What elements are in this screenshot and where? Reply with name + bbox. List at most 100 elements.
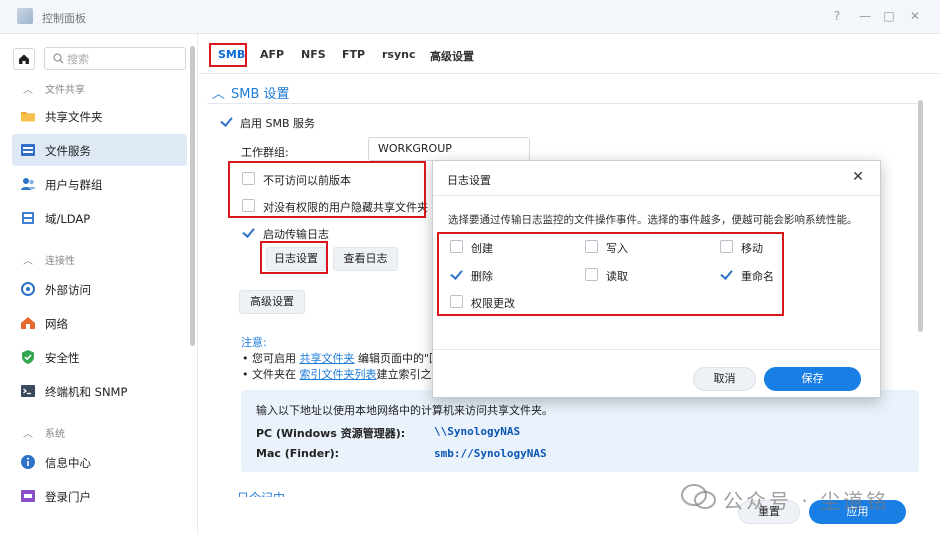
dialog-description: 选择要通过传输日志监控的文件操作事件。选择的事件越多，便越可能会影响系统性能。 [448,214,858,226]
note-text: 编辑页面中的"回 [358,352,441,365]
highlight-box [260,241,328,274]
view-logs-button[interactable]: 查看日志 [333,247,398,271]
sidebar-item-shared-folder[interactable]: 共享文件夹 [12,100,187,132]
enable-smb-checkbox[interactable] [220,115,233,128]
dialog-title: 日志设置 [447,174,491,187]
note-text: 文件夹在 [252,368,296,381]
home-icon [19,54,29,64]
sidebar-item-label: 共享文件夹 [45,110,103,124]
minimize-icon[interactable]: — [857,8,873,24]
login-portal-icon [21,490,35,502]
tab-ftp[interactable]: FTP [342,48,365,61]
shield-icon [22,350,34,364]
section-smb-settings[interactable]: ︿ SMB 设置 [212,83,290,102]
sidebar: ︿ 文件共享 共享文件夹 文件服务 用户与群组 域/LDAP ︿ 连接性 外部访… [0,34,198,534]
enable-smb-label: 启用 SMB 服务 [240,117,316,130]
highlight-box [228,161,426,218]
workgroup-label: 工作群组: [241,146,289,159]
sidebar-item-label: 用户与群组 [45,178,103,192]
group-system[interactable]: ︿ 系统 [0,420,190,444]
close-icon[interactable]: ✕ [850,169,866,185]
tab-advanced[interactable]: 高级设置 [430,48,474,64]
chevron-up-icon: ︿ [23,429,33,440]
group-label: 连接性 [45,256,75,267]
sidebar-item-user-group[interactable]: 用户与群组 [12,168,187,200]
transfer-log-label: 启动传输日志 [263,228,329,241]
info-description: 输入以下地址以使用本地网络中的计算机来访问共享文件夹。 [256,404,553,417]
window-title: 控制面板 [42,12,86,25]
chevron-up-icon: ︿ [23,85,33,96]
cancel-button[interactable]: 取消 [693,367,756,391]
log-settings-dialog: 日志设置 ✕ 选择要通过传输日志监控的文件操作事件。选择的事件越多，便越可能会影… [432,160,881,398]
external-access-icon [21,282,35,296]
close-window-icon[interactable]: ✕ [907,8,923,24]
main-scrollbar[interactable] [918,100,923,332]
section-title-label: SMB 设置 [231,87,290,102]
note-text: 您可启用 [252,352,296,365]
file-services-icon [21,144,35,156]
search-icon [53,53,64,64]
users-icon [21,178,35,190]
sidebar-item-terminal-snmp[interactable]: 终端机和 SNMP [12,375,187,407]
shared-folder-link[interactable]: 共享文件夹 [300,352,355,365]
group-label: 文件共享 [45,85,85,96]
highlight-box [209,43,247,67]
chevron-up-icon: ︿ [212,87,226,102]
sidebar-scrollbar[interactable] [190,46,195,346]
divider [433,195,880,196]
window-titlebar: 控制面板 ? — □ ✕ [0,0,940,34]
domain-icon [22,212,34,224]
highlight-box [437,232,784,316]
search-input[interactable] [67,51,181,67]
pc-label: PC (Windows 资源管理器): [256,427,406,440]
sidebar-item-external-access[interactable]: 外部访问 [12,273,187,305]
tab-rsync[interactable]: rsync [382,48,416,61]
sidebar-item-security[interactable]: 安全性 [12,341,187,373]
network-home-icon [21,317,35,329]
sidebar-item-label: 终端机和 SNMP [45,385,128,399]
note-line-1: • 您可启用 共享文件夹 编辑页面中的"回 [242,352,441,365]
watermark: 公众号 · 尘道铭 [681,483,936,513]
tab-bar: SMB AFP NFS FTP rsync 高级设置 [199,34,940,74]
sidebar-item-domain-ldap[interactable]: 域/LDAP [12,202,187,234]
note-line-2: • 文件夹在 索引文件夹列表建立索引之后 [242,368,443,381]
sidebar-item-label: 文件服务 [45,144,91,158]
sidebar-item-label: 外部访问 [45,283,91,297]
workgroup-input[interactable]: WORKGROUP [368,137,530,161]
advanced-settings-button[interactable]: 高级设置 [239,290,305,314]
help-icon[interactable]: ? [829,8,845,24]
notes-heading: 注意: [241,336,267,349]
maximize-icon[interactable]: □ [881,8,897,24]
next-section-title-cutoff: 日今记中 [237,489,285,497]
home-button[interactable] [13,48,35,70]
group-connectivity[interactable]: ︿ 连接性 [0,247,190,271]
save-button[interactable]: 保存 [764,367,861,391]
watermark-text: 公众号 · 尘道铭 [723,489,890,513]
terminal-icon [21,385,35,397]
sidebar-item-file-services[interactable]: 文件服务 [12,134,187,166]
sidebar-item-label: 域/LDAP [45,212,91,226]
access-info-panel: 输入以下地址以使用本地网络中的计算机来访问共享文件夹。 PC (Windows … [241,390,919,472]
folder-icon [21,112,35,122]
transfer-log-checkbox[interactable] [242,226,255,239]
control-panel-icon [17,8,33,24]
group-label: 系统 [45,429,65,440]
group-file-sharing[interactable]: ︿ 文件共享 [0,76,190,100]
sidebar-item-label: 安全性 [45,351,80,365]
sidebar-item-label: 登录门户 [45,490,91,504]
sidebar-item-network[interactable]: 网络 [12,307,187,339]
tab-afp[interactable]: AFP [260,48,284,61]
divider [207,103,917,104]
sidebar-item-label: 网络 [45,317,68,331]
mac-label: Mac (Finder): [256,447,340,460]
index-folder-link[interactable]: 索引文件夹列表 [300,368,377,381]
mac-path: smb://SynologyNAS [434,447,547,460]
sidebar-item-login-portal[interactable]: 登录门户 [12,480,187,512]
divider [433,349,880,350]
tab-nfs[interactable]: NFS [301,48,326,61]
info-icon [21,455,35,469]
sidebar-item-info-center[interactable]: 信息中心 [12,446,187,478]
search-box[interactable] [44,47,186,70]
chevron-up-icon: ︿ [23,256,33,267]
wechat-icon [681,484,716,509]
